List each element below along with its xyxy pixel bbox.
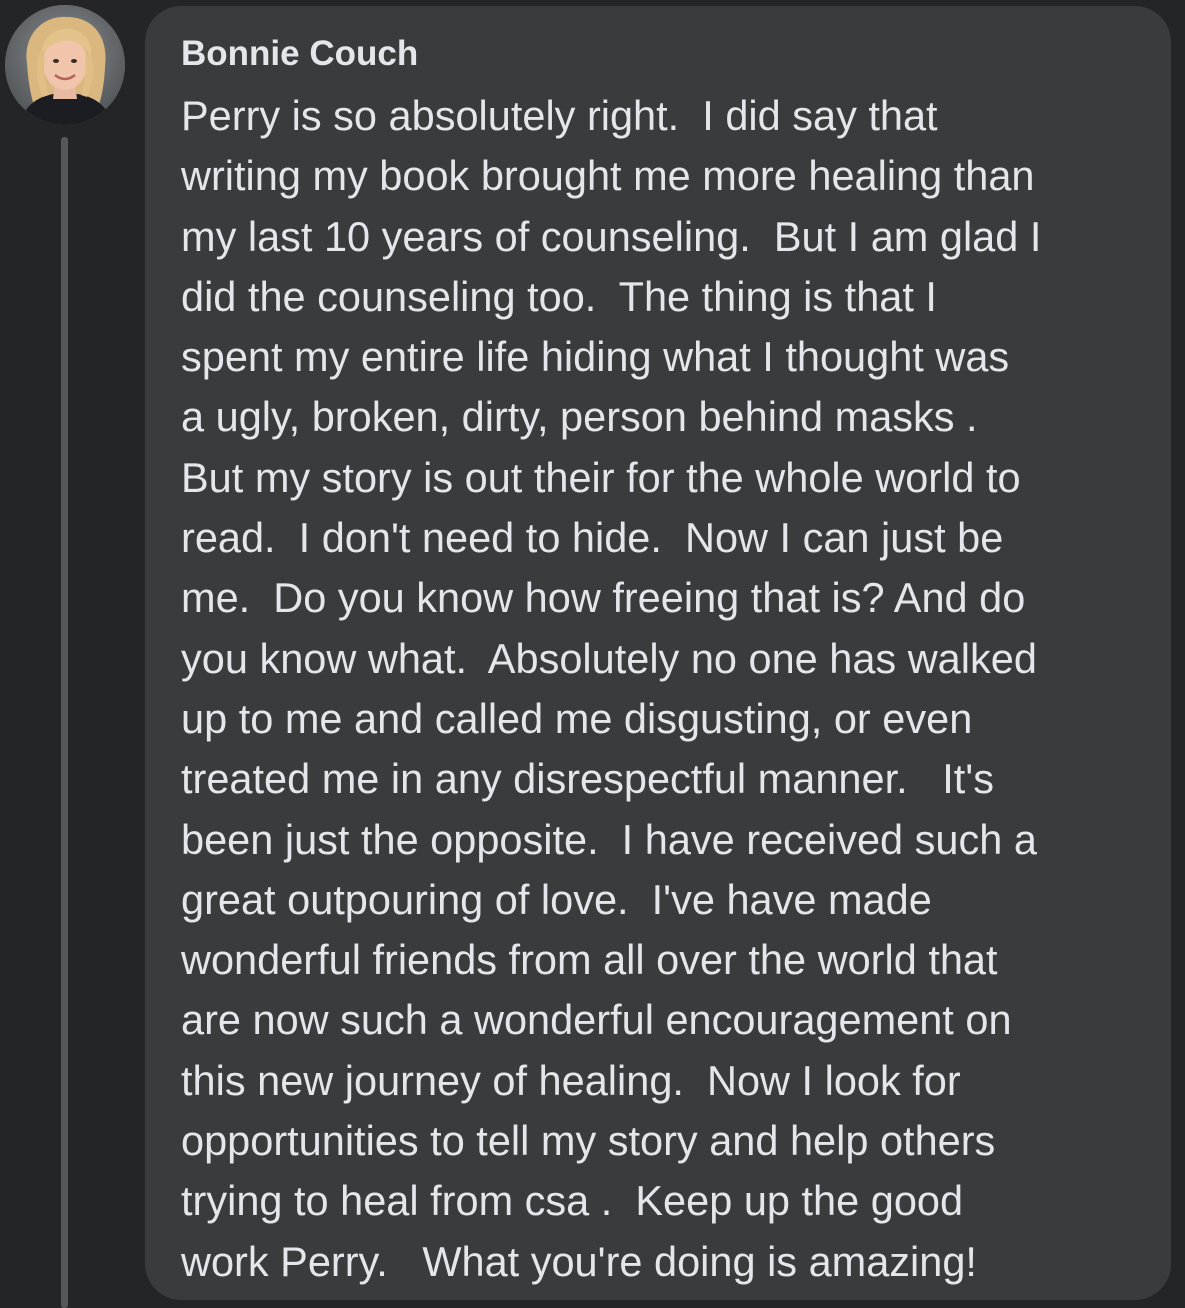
profile-photo-icon	[5, 5, 125, 125]
comment-bubble: Bonnie Couch Perry is so absolutely righ…	[145, 6, 1171, 1300]
comment-line: wonderful friends from all over the worl…	[181, 936, 998, 984]
thread-line	[61, 137, 68, 1308]
comment-line: me. Do you know how freeing that is? And…	[181, 574, 1026, 622]
comment-line: a ugly, broken, dirty, person behind mas…	[181, 393, 978, 441]
comment-line: you know what. Absolutely no one has wal…	[181, 634, 1037, 682]
comment-line: are now such a wonderful encouragement o…	[181, 996, 1012, 1044]
comment-line: trying to heal from csa . Keep up the go…	[181, 1177, 964, 1225]
comment-line: spent my entire life hiding what I thoug…	[181, 333, 1010, 381]
comment-line: great outpouring of love. I've have made	[181, 875, 932, 923]
comment-line: opportunities to tell my story and help …	[181, 1117, 996, 1165]
comment-thread: Bonnie Couch Perry is so absolutely righ…	[0, 0, 1185, 1308]
comment-line: did the counseling too. The thing is tha…	[181, 272, 937, 320]
comment-line: read. I don't need to hide. Now I can ju…	[181, 514, 1004, 562]
avatar[interactable]	[5, 5, 125, 125]
comment-author-name[interactable]: Bonnie Couch	[181, 34, 1171, 74]
comment-line: But my story is out their for the whole …	[181, 453, 1021, 501]
comment-line: writing my book brought me more healing …	[181, 152, 1035, 200]
comment-line: Perry is so absolutely right. I did say …	[181, 92, 938, 139]
comment-line: treated me in any disrespectful manner. …	[181, 755, 994, 803]
comment-text: Perry is so absolutely right. I did say …	[181, 86, 1171, 1292]
comment-line: been just the opposite. I have received …	[181, 815, 1037, 863]
comment-line: this new journey of healing. Now I look …	[181, 1056, 961, 1104]
comment-line: up to me and called me disgusting, or ev…	[181, 694, 973, 742]
comment-line: my last 10 years of counseling. But I am…	[181, 212, 1042, 260]
comment-line: work Perry. What you're doing is amazing…	[181, 1237, 977, 1285]
